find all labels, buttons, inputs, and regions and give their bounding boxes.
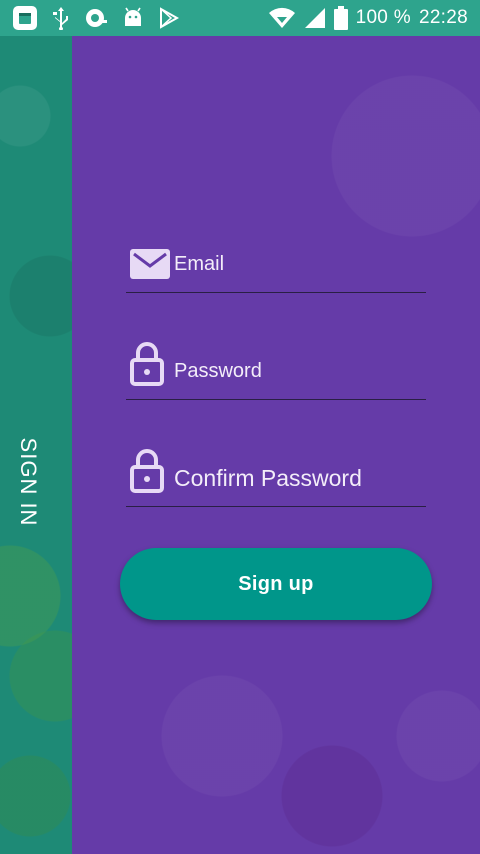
android-debug-icon [84,6,108,30]
calendar-icon [12,5,38,31]
play-store-icon [158,7,180,29]
battery-icon [333,6,348,30]
password-field[interactable]: Password [126,342,426,400]
sign-in-tab[interactable]: SIGN IN [0,36,72,854]
wifi-icon [268,6,296,30]
signup-button[interactable]: Sign up [120,548,432,620]
system-status: 100 % 22:28 [268,5,468,31]
email-field[interactable]: Email [126,248,426,293]
battery-percent: 100 % [355,7,411,28]
usb-icon [52,6,70,30]
lock-icon [130,342,164,391]
signal-icon [304,7,326,29]
status-bar: 100 % 22:28 [0,0,480,36]
confirm-password-label: Confirm Password [174,465,362,491]
sign-in-label: SIGN IN [16,437,41,527]
lock-icon [130,449,164,498]
notification-icons [12,5,180,31]
email-label: Email [174,253,225,275]
confirm-password-field[interactable]: Confirm Password [126,449,426,507]
password-label: Password [174,360,262,382]
clock: 22:28 [418,7,468,28]
mail-icon [130,249,170,284]
android-icon [122,7,144,29]
signup-panel [72,36,480,854]
signup-screen: 100 % 22:28 SIGN IN Email Password Confi… [0,0,480,854]
